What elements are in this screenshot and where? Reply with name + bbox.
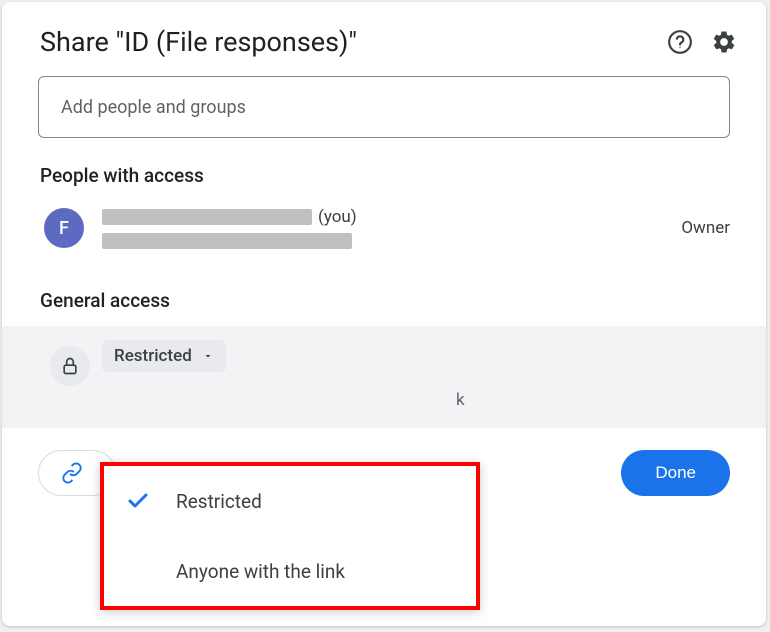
settings-icon[interactable] [710,28,738,56]
add-people-placeholder: Add people and groups [61,97,246,118]
dialog-title: Share "ID (File responses)" [40,26,666,58]
people-section-title: People with access [40,164,766,187]
add-people-input[interactable]: Add people and groups [38,76,730,138]
check-icon [126,489,162,513]
avatar: F [44,208,84,248]
menu-item-label: Restricted [176,490,262,513]
person-info: (you) [102,207,681,249]
general-access-section: General access Restricted k [2,289,766,428]
access-control: Restricted k [102,340,730,410]
person-row: F (you) Owner [2,201,766,255]
share-dialog: Share "ID (File responses)" Add people a… [2,2,766,626]
redacted-email [102,233,352,249]
person-name-line: (you) [102,207,681,227]
done-button[interactable]: Done [621,450,730,496]
general-section-title: General access [40,289,766,312]
dialog-header: Share "ID (File responses)" [2,2,766,76]
chevron-down-icon [202,350,214,362]
menu-item-label: Anyone with the link [176,560,345,583]
access-dropdown-label: Restricted [114,346,192,366]
menu-item-anyone[interactable]: Anyone with the link [104,536,476,606]
access-dropdown-menu: Restricted Anyone with the link [100,462,480,610]
header-actions [666,28,738,56]
person-role: Owner [681,218,730,238]
help-icon[interactable] [666,28,694,56]
general-access-row: Restricted k [2,326,766,428]
you-suffix: (you) [318,207,357,227]
redacted-name [102,209,312,225]
menu-item-restricted[interactable]: Restricted [104,466,476,536]
access-dropdown-button[interactable]: Restricted [102,340,226,372]
lock-icon [50,346,90,386]
link-icon [61,462,83,484]
access-description-fragment: k [456,390,766,410]
